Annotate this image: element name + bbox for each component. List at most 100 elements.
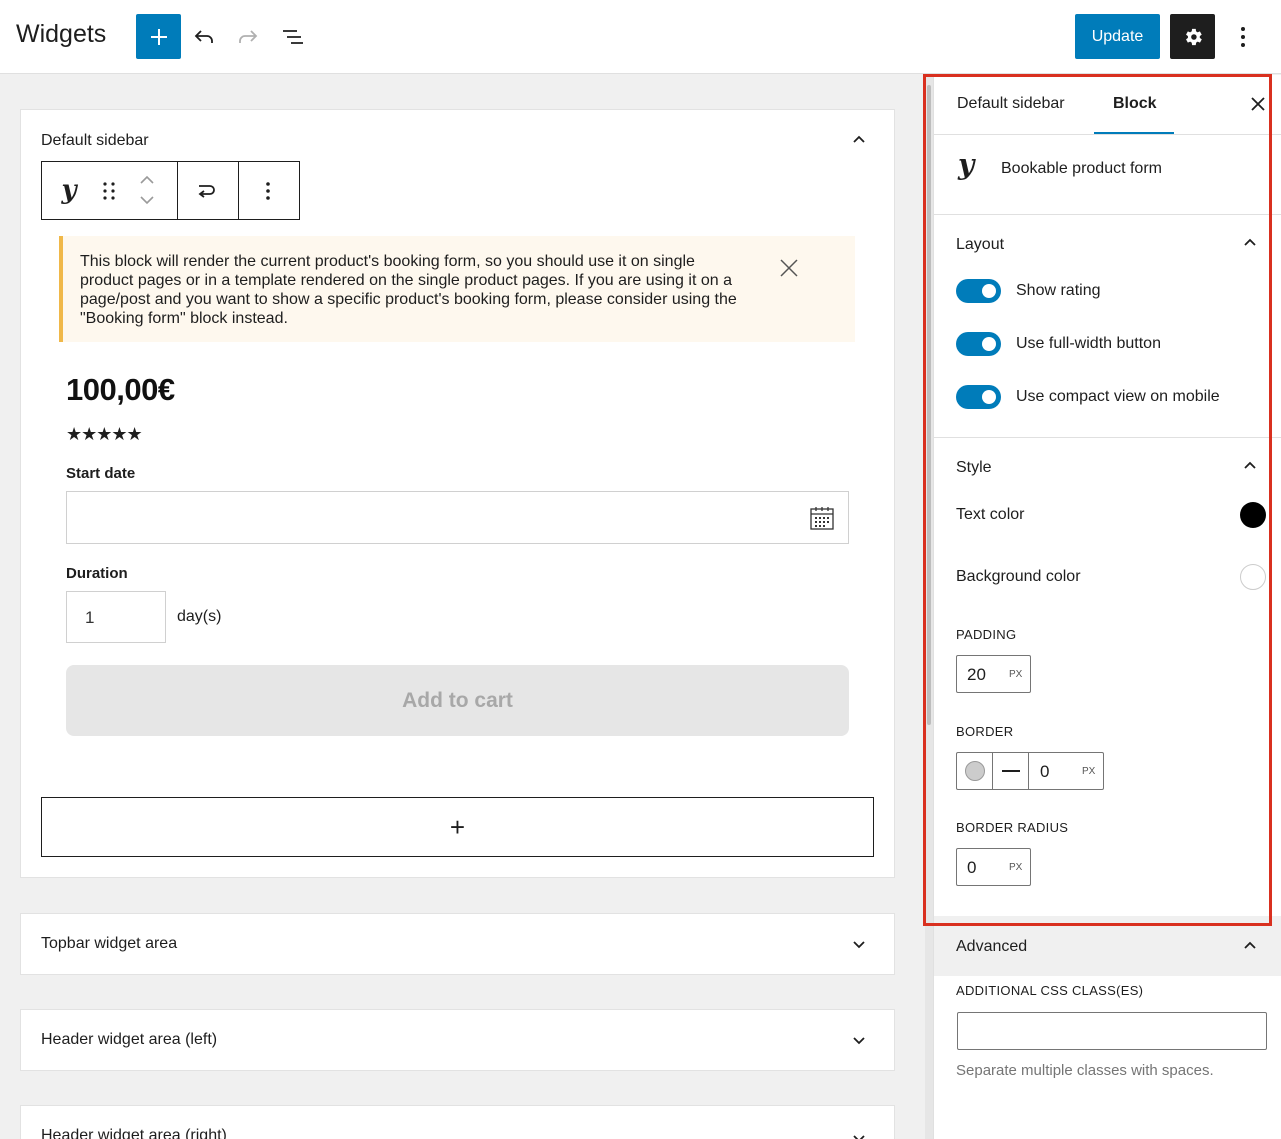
toggle-knob	[982, 390, 996, 404]
padding-label: PADDING	[956, 627, 1017, 642]
plus-icon: +	[449, 812, 466, 842]
header-left-widget-panel[interactable]: Header widget area (left)	[20, 1009, 895, 1071]
duration-input[interactable]: 1	[66, 591, 166, 643]
panel-title-header-right: Header widget area (right)	[41, 1127, 227, 1139]
rating-stars: ★★★★★	[66, 424, 143, 444]
block-notice: This block will render the current produ…	[59, 236, 855, 342]
border-radius-label: BORDER RADIUS	[956, 820, 1069, 835]
chevron-up-icon[interactable]	[1242, 938, 1258, 954]
solid-line-icon	[1002, 770, 1020, 772]
list-view-button[interactable]	[278, 22, 308, 52]
layout-section-title[interactable]: Layout	[956, 236, 1004, 254]
calendar-icon[interactable]	[809, 505, 835, 531]
divider	[934, 214, 1281, 215]
text-color-label: Text color	[956, 506, 1025, 523]
border-radius-unit: PX	[1009, 862, 1023, 873]
add-block-button[interactable]	[136, 14, 181, 59]
style-section-title[interactable]: Style	[956, 459, 992, 477]
plus-icon	[150, 28, 167, 45]
border-style-button[interactable]	[993, 753, 1029, 789]
border-width-value: 0	[1040, 762, 1050, 781]
undo-icon	[194, 30, 213, 43]
chevron-down-icon[interactable]	[851, 1130, 867, 1139]
add-to-cart-button[interactable]: Add to cart	[66, 665, 849, 736]
css-classes-label: ADDITIONAL CSS CLASS(ES)	[956, 983, 1144, 998]
notice-text: This block will render the current produ…	[80, 253, 737, 327]
top-toolbar: Widgets Update	[0, 0, 1281, 74]
border-label: BORDER	[956, 724, 1014, 739]
compact-mobile-label: Use compact view on mobile	[1016, 388, 1220, 405]
gear-icon	[1185, 28, 1202, 45]
topbar-widget-panel[interactable]: Topbar widget area	[20, 913, 895, 975]
chevron-up-icon[interactable]	[1242, 458, 1258, 474]
more-vertical-icon	[1241, 27, 1245, 47]
transform-button[interactable]	[192, 176, 222, 206]
toggle-knob	[982, 284, 996, 298]
panel-title-topbar: Topbar widget area	[41, 935, 178, 952]
yith-logo-icon: y	[61, 175, 77, 205]
close-icon[interactable]	[1249, 95, 1267, 113]
start-date-input[interactable]	[66, 491, 849, 544]
redo-button[interactable]	[233, 22, 263, 52]
settings-button[interactable]	[1170, 14, 1215, 59]
show-rating-label: Show rating	[1016, 282, 1101, 299]
undo-button[interactable]	[189, 22, 219, 52]
toolbar-separator	[238, 162, 239, 219]
redo-icon	[239, 30, 258, 43]
advanced-section-title: Advanced	[956, 938, 1028, 955]
chevron-up-icon[interactable]	[1242, 235, 1258, 251]
block-appender-button[interactable]: +	[41, 797, 874, 857]
move-arrows-icon	[140, 175, 154, 205]
toggle-knob	[982, 337, 996, 351]
duration-label: Duration	[66, 565, 128, 582]
drag-handle-icon	[103, 182, 115, 200]
chevron-down-icon[interactable]	[851, 936, 867, 952]
border-control[interactable]: 0 PX	[956, 752, 1104, 790]
update-button[interactable]: Update	[1075, 14, 1160, 59]
list-view-icon	[283, 30, 303, 44]
border-color-button[interactable]	[957, 753, 993, 789]
scrollbar-thumb[interactable]	[927, 85, 931, 725]
canvas-scrollbar[interactable]	[925, 75, 933, 1139]
css-classes-input[interactable]	[957, 1012, 1267, 1050]
drag-handle[interactable]	[98, 178, 120, 204]
options-menu-button[interactable]	[1228, 22, 1258, 52]
padding-input[interactable]: 20 PX	[956, 655, 1031, 693]
border-radius-input[interactable]: 0 PX	[956, 848, 1031, 886]
text-color-swatch[interactable]	[1240, 502, 1266, 528]
yith-logo-icon: y	[958, 148, 975, 181]
border-width-unit: PX	[1082, 766, 1096, 777]
padding-unit: PX	[1009, 669, 1023, 680]
block-toolbar: y	[41, 161, 300, 220]
background-color-swatch[interactable]	[1240, 564, 1266, 590]
start-date-label: Start date	[66, 465, 136, 482]
transform-icon	[198, 185, 215, 198]
show-rating-toggle[interactable]	[956, 279, 1001, 303]
more-vertical-icon	[266, 182, 270, 200]
block-name: Bookable product form	[1001, 160, 1162, 177]
move-up-down-buttons[interactable]	[136, 172, 158, 208]
css-classes-help: Separate multiple classes with spaces.	[956, 1062, 1214, 1079]
full-width-button-toggle[interactable]	[956, 332, 1001, 356]
advanced-section-header[interactable]: Advanced	[934, 916, 1281, 976]
chevron-down-icon[interactable]	[851, 1032, 867, 1048]
compact-mobile-toggle[interactable]	[956, 385, 1001, 409]
settings-sidebar: Default sidebar Block y Bookable product…	[933, 75, 1281, 1139]
panel-title-header-left: Header widget area (left)	[41, 1031, 218, 1048]
tab-block[interactable]: Block	[1113, 95, 1157, 113]
product-price: 100,00€	[66, 372, 175, 407]
block-type-button[interactable]: y	[54, 174, 84, 206]
close-icon[interactable]	[777, 256, 801, 280]
divider	[934, 134, 1281, 135]
toolbar-separator	[177, 162, 178, 219]
header-right-widget-panel[interactable]: Header widget area (right)	[20, 1105, 895, 1139]
block-options-button[interactable]	[255, 176, 281, 206]
full-width-button-label: Use full-width button	[1016, 335, 1161, 352]
chevron-up-icon[interactable]	[851, 132, 867, 148]
panel-title-default-sidebar: Default sidebar	[41, 132, 149, 149]
padding-value: 20	[967, 665, 986, 684]
divider	[934, 437, 1281, 438]
tab-default-sidebar[interactable]: Default sidebar	[957, 95, 1065, 113]
background-color-label: Background color	[956, 568, 1081, 585]
border-color-swatch	[965, 761, 985, 781]
